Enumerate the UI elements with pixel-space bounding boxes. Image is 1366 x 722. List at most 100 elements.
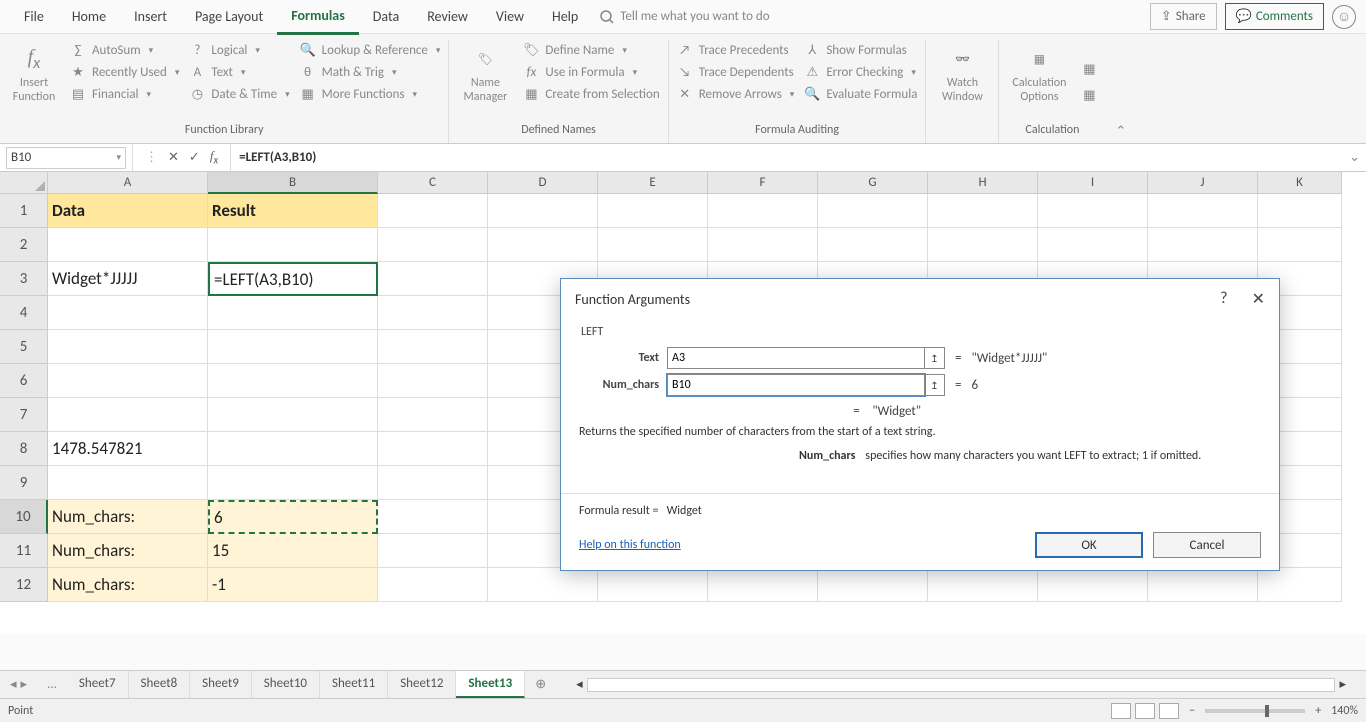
- cell-C10[interactable]: [378, 500, 488, 534]
- cell-E1[interactable]: [598, 194, 708, 228]
- cell-C7[interactable]: [378, 398, 488, 432]
- sheet-tab-sheet12[interactable]: Sheet12: [388, 671, 456, 698]
- cell-C3[interactable]: [378, 262, 488, 296]
- watch-window-button[interactable]: 👓 Watch Window: [934, 40, 990, 123]
- arg-text-input[interactable]: [667, 347, 925, 369]
- cell-K12[interactable]: [1258, 568, 1342, 602]
- row-header-8[interactable]: 8: [0, 432, 48, 466]
- cell-G12[interactable]: [818, 568, 928, 602]
- view-page-break-button[interactable]: [1159, 703, 1179, 719]
- logical-button[interactable]: ?Logical▾: [189, 42, 289, 58]
- cell-B8[interactable]: [208, 432, 378, 466]
- financial-button[interactable]: ▤Financial▾: [70, 86, 179, 102]
- cell-C6[interactable]: [378, 364, 488, 398]
- tab-view[interactable]: View: [482, 0, 538, 33]
- cell-C9[interactable]: [378, 466, 488, 500]
- use-in-formula-button[interactable]: fxUse in Formula▾: [523, 64, 659, 80]
- collapse-dialog-button[interactable]: ↥: [925, 374, 945, 396]
- cell-E12[interactable]: [598, 568, 708, 602]
- calculate-sheet-button[interactable]: ▦: [1081, 88, 1097, 104]
- cell-B12[interactable]: -1: [208, 568, 378, 602]
- column-header-G[interactable]: G: [818, 172, 928, 194]
- sheet-tab-sheet8[interactable]: Sheet8: [129, 671, 191, 698]
- cell-I12[interactable]: [1038, 568, 1148, 602]
- cell-J12[interactable]: [1148, 568, 1258, 602]
- cell-I1[interactable]: [1038, 194, 1148, 228]
- cell-B3[interactable]: =LEFT(A3,B10): [208, 262, 378, 296]
- cell-A10[interactable]: Num_chars:: [48, 500, 208, 534]
- cell-C1[interactable]: [378, 194, 488, 228]
- sheet-tab-sheet11[interactable]: Sheet11: [320, 671, 388, 698]
- hscroll-left[interactable]: ◂: [576, 677, 583, 692]
- remove-arrows-button[interactable]: ✕Remove Arrows▾: [677, 86, 795, 102]
- tab-home[interactable]: Home: [58, 0, 120, 33]
- row-header-1[interactable]: 1: [0, 194, 48, 228]
- collapse-dialog-button[interactable]: ↥: [925, 347, 945, 369]
- tab-insert[interactable]: Insert: [120, 0, 181, 33]
- cell-G1[interactable]: [818, 194, 928, 228]
- zoom-slider[interactable]: [1205, 709, 1305, 713]
- cell-B7[interactable]: [208, 398, 378, 432]
- row-header-3[interactable]: 3: [0, 262, 48, 296]
- row-header-7[interactable]: 7: [0, 398, 48, 432]
- cell-K1[interactable]: [1258, 194, 1342, 228]
- zoom-in-button[interactable]: +: [1315, 704, 1321, 718]
- dialog-help-button[interactable]: ?: [1220, 289, 1227, 309]
- row-header-10[interactable]: 10: [0, 500, 48, 534]
- date-time-button[interactable]: ◷Date & Time▾: [189, 86, 289, 102]
- dots-icon[interactable]: ⋮: [145, 150, 158, 165]
- ok-button[interactable]: OK: [1035, 532, 1143, 558]
- row-header-4[interactable]: 4: [0, 296, 48, 330]
- cell-F1[interactable]: [708, 194, 818, 228]
- cell-A4[interactable]: [48, 296, 208, 330]
- cell-A9[interactable]: [48, 466, 208, 500]
- math-button[interactable]: θMath & Trig▾: [300, 64, 441, 80]
- cell-B4[interactable]: [208, 296, 378, 330]
- more-functions-button[interactable]: ▦More Functions▾: [300, 86, 441, 102]
- name-box[interactable]: B10▾: [6, 147, 126, 169]
- cell-B2[interactable]: [208, 228, 378, 262]
- tab-formulas[interactable]: Formulas: [277, 0, 359, 35]
- tab-data[interactable]: Data: [359, 0, 413, 33]
- cell-A7[interactable]: [48, 398, 208, 432]
- cell-K2[interactable]: [1258, 228, 1342, 262]
- insert-function-button[interactable]: fx Insert Function: [8, 40, 60, 123]
- cell-J2[interactable]: [1148, 228, 1258, 262]
- cell-C2[interactable]: [378, 228, 488, 262]
- column-header-D[interactable]: D: [488, 172, 598, 194]
- cell-A1[interactable]: Data: [48, 194, 208, 228]
- arg-numchars-input[interactable]: [667, 374, 925, 396]
- cell-A5[interactable]: [48, 330, 208, 364]
- view-page-layout-button[interactable]: [1135, 703, 1155, 719]
- row-header-6[interactable]: 6: [0, 364, 48, 398]
- cell-A2[interactable]: [48, 228, 208, 262]
- fx-icon[interactable]: fx: [210, 148, 218, 167]
- add-sheet-button[interactable]: ⊕: [525, 672, 556, 697]
- cell-F2[interactable]: [708, 228, 818, 262]
- calculate-now-button[interactable]: ▦: [1081, 62, 1097, 78]
- trace-dependents-button[interactable]: ↘Trace Dependents: [677, 64, 795, 80]
- hscroll-right[interactable]: ▸: [1339, 677, 1346, 692]
- sheet-tab-sheet9[interactable]: Sheet9: [190, 671, 252, 698]
- formula-input[interactable]: =LEFT(A3,B10): [231, 150, 1343, 165]
- view-normal-button[interactable]: [1111, 703, 1131, 719]
- tell-me-search[interactable]: Tell me what you want to do: [600, 9, 769, 24]
- tab-review[interactable]: Review: [413, 0, 482, 33]
- zoom-level[interactable]: 140%: [1331, 704, 1358, 718]
- column-header-A[interactable]: A: [48, 172, 208, 194]
- sheet-nav-next[interactable]: ▸: [21, 677, 28, 692]
- dialog-close-button[interactable]: ✕: [1252, 289, 1265, 309]
- cell-B6[interactable]: [208, 364, 378, 398]
- text-button[interactable]: AText▾: [189, 64, 289, 80]
- cancel-formula-button[interactable]: ✕: [168, 150, 179, 165]
- horizontal-scrollbar[interactable]: [587, 678, 1336, 692]
- accept-formula-button[interactable]: ✓: [189, 150, 200, 165]
- cell-B11[interactable]: 15: [208, 534, 378, 568]
- row-header-5[interactable]: 5: [0, 330, 48, 364]
- comments-button[interactable]: 💬Comments: [1225, 3, 1324, 30]
- show-formulas-button[interactable]: ⅄Show Formulas: [804, 42, 917, 58]
- cell-B1[interactable]: Result: [208, 194, 378, 228]
- cell-F12[interactable]: [708, 568, 818, 602]
- cell-C11[interactable]: [378, 534, 488, 568]
- column-header-I[interactable]: I: [1038, 172, 1148, 194]
